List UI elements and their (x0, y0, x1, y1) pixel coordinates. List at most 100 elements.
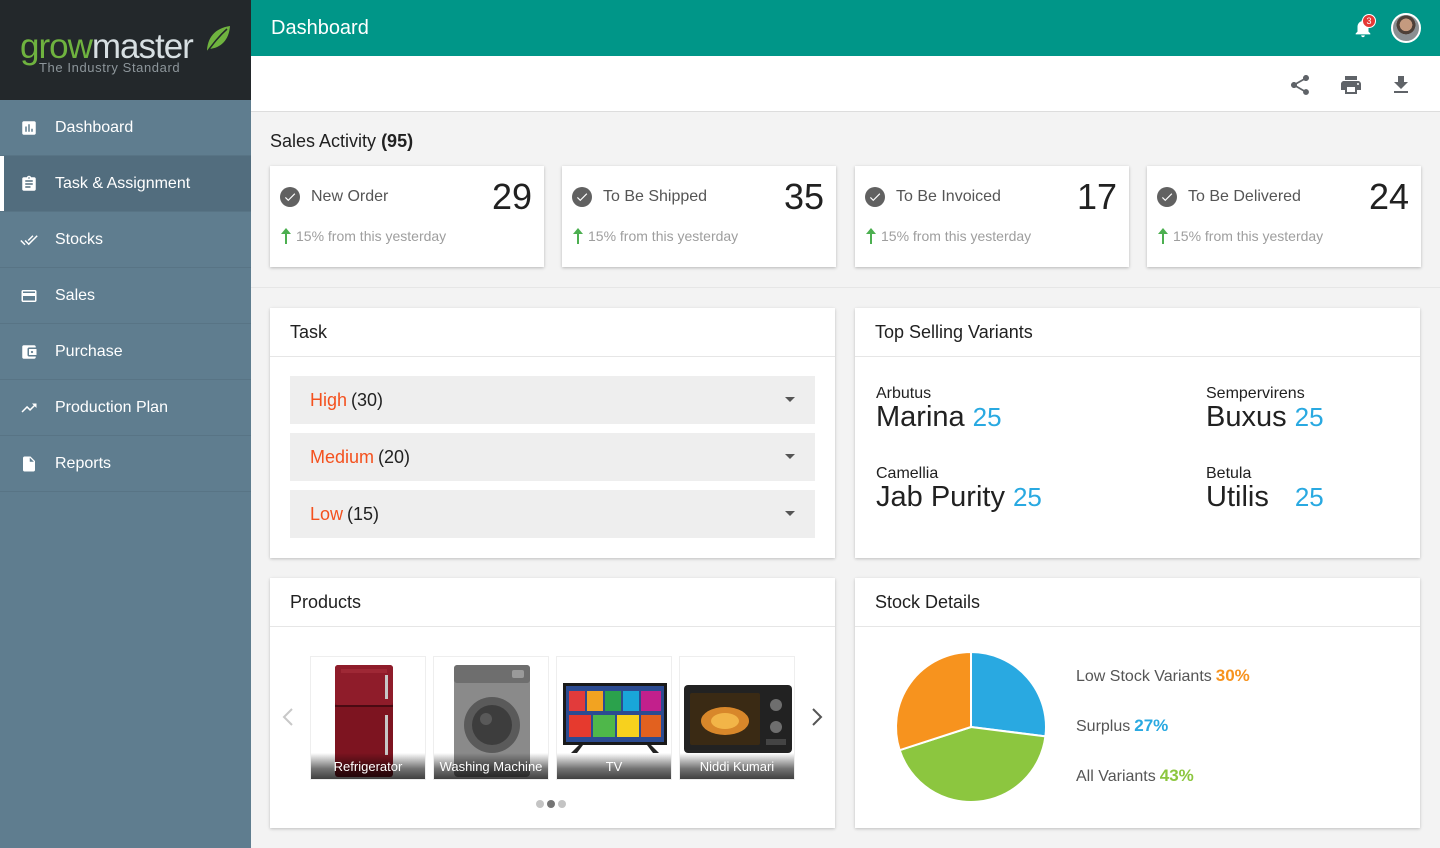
card-label: New Order (311, 188, 389, 205)
sidebar-item-production-plan[interactable]: Production Plan (0, 380, 251, 436)
bar-chart-icon (20, 119, 38, 137)
card-trend: 15% from this yesterday (280, 228, 446, 244)
card-value: 24 (1368, 176, 1409, 217)
variant-count: 25 (972, 402, 1002, 432)
sales-activity-total: (95) (381, 131, 414, 151)
carousel-dot[interactable] (536, 800, 544, 808)
pie-slice-surplus[interactable] (970, 650, 1047, 738)
sidebar-item-dashboard[interactable]: Dashboard (0, 100, 251, 156)
card-trend-text: 15% from this yesterday (1173, 228, 1324, 244)
sales-card-to-be-invoiced[interactable]: To Be Invoiced 17 15% from this yesterda… (855, 166, 1129, 267)
card-label: To Be Shipped (603, 188, 708, 205)
product-card-niddi-kumari[interactable]: Niddi Kumari (679, 656, 795, 780)
sidebar-item-label: Purchase (55, 342, 123, 360)
caret-down-icon (785, 454, 795, 459)
sidebar-item-sales[interactable]: Sales (0, 268, 251, 324)
product-card-tv[interactable]: TV (556, 656, 672, 780)
products-title: Products (270, 578, 835, 627)
brand-tagline: The Industry Standard (39, 60, 181, 75)
task-level: Medium (310, 446, 375, 467)
caret-down-icon (785, 397, 795, 402)
notification-badge: 3 (1362, 14, 1376, 28)
sales-card-to-be-delivered[interactable]: To Be Delivered 24 15% from this yesterd… (1147, 166, 1421, 267)
variant-name-text: Jab Purity (876, 481, 1005, 513)
sidebar-item-stocks[interactable]: Stocks (0, 212, 251, 268)
sidebar-nav: Dashboard Task & Assignment Stocks Sales… (0, 100, 251, 492)
stock-details-title: Stock Details (855, 578, 1420, 627)
product-caption: Niddi Kumari (680, 753, 794, 779)
print-icon[interactable] (1339, 73, 1363, 97)
sidebar-item-label: Production Plan (55, 398, 168, 416)
variant-name-text: Utilis (1206, 481, 1269, 513)
task-row-low[interactable]: Low (15) (290, 490, 815, 538)
variant-count: 25 (1294, 402, 1324, 432)
arrow-up-icon (573, 228, 583, 244)
sales-card-to-be-shipped[interactable]: To Be Shipped 35 15% from this yesterday (562, 166, 836, 267)
share-icon[interactable] (1288, 73, 1312, 97)
carousel-prev-icon[interactable] (278, 705, 298, 729)
variant-item[interactable]: Arbutus Marina 25 (876, 385, 1002, 434)
task-count: (20) (378, 446, 411, 467)
check-circle-icon (865, 187, 885, 207)
task-count: (15) (347, 503, 380, 524)
task-panel: Task High (30) Medium (20) Low (15) (270, 308, 835, 558)
sidebar-item-purchase[interactable]: Purchase (0, 324, 251, 380)
legend-low-stock: Low Stock Variants 30% (1076, 666, 1250, 686)
check-circle-icon (1157, 187, 1177, 207)
stock-pie-chart (895, 650, 1047, 803)
variant-name: Jab Purity 25 (876, 481, 1042, 514)
variant-item[interactable]: Camellia Jab Purity 25 (876, 465, 1042, 514)
legend-pct: 43% (1159, 766, 1194, 785)
legend-all-variants: All Variants 43% (1076, 766, 1194, 786)
sidebar-item-label: Sales (55, 286, 96, 304)
carousel-dot[interactable] (558, 800, 566, 808)
avatar[interactable] (1391, 13, 1421, 43)
carousel-dot-active[interactable] (547, 800, 555, 808)
sidebar-item-reports[interactable]: Reports (0, 436, 251, 492)
action-toolbar (251, 56, 1440, 112)
variant-name: Buxus 25 (1206, 401, 1324, 434)
card-trend-text: 15% from this yesterday (296, 228, 447, 244)
card-trend: 15% from this yesterday (572, 228, 738, 244)
task-row-medium[interactable]: Medium (20) (290, 433, 815, 481)
credit-card-icon (20, 287, 38, 305)
card-trend: 15% from this yesterday (865, 228, 1031, 244)
brand-name: growmaster (20, 29, 194, 64)
product-caption: TV (557, 753, 671, 779)
check-circle-icon (572, 187, 592, 207)
product-card-washing-machine[interactable]: Washing Machine (433, 656, 549, 780)
top-app-bar: Dashboard 3 (251, 0, 1440, 56)
task-row-high[interactable]: High (30) (290, 376, 815, 424)
variant-count: 25 (1294, 482, 1324, 512)
sidebar-item-label: Task & Assignment (55, 174, 191, 192)
arrow-up-icon (281, 228, 291, 244)
sidebar-item-task-assignment[interactable]: Task & Assignment (0, 156, 251, 212)
sales-activity-label: Sales Activity (270, 131, 377, 151)
carousel-next-icon[interactable] (807, 705, 827, 729)
product-card-refrigerator[interactable]: Refrigerator (310, 656, 426, 780)
legend-label: All Variants (1076, 768, 1156, 785)
variant-item[interactable]: Betula Utilis 25 (1206, 465, 1324, 514)
clipboard-icon (20, 175, 38, 193)
task-level: High (310, 389, 348, 410)
card-trend: 15% from this yesterday (1157, 228, 1323, 244)
trending-up-icon (20, 399, 38, 417)
arrow-up-icon (866, 228, 876, 244)
legend-pct: 27% (1134, 716, 1169, 735)
card-value: 35 (783, 176, 824, 217)
card-value: 17 (1076, 176, 1117, 217)
sidebar-item-label: Stocks (55, 230, 104, 248)
brand-logo[interactable]: growmaster The Industry Standard (0, 0, 251, 100)
card-label: To Be Delivered (1188, 188, 1301, 205)
download-icon[interactable] (1389, 73, 1413, 97)
task-panel-title: Task (270, 308, 835, 357)
legend-label: Low Stock Variants (1076, 668, 1212, 685)
leaf-icon (206, 26, 230, 53)
variant-name: Marina 25 (876, 401, 1002, 434)
variant-name: Utilis 25 (1206, 481, 1324, 514)
carousel-pagination (536, 800, 566, 808)
product-caption: Refrigerator (311, 753, 425, 779)
variant-item[interactable]: Sempervirens Buxus 25 (1206, 385, 1324, 434)
sales-card-new-order[interactable]: New Order 29 15% from this yesterday (270, 166, 544, 267)
double-check-icon (20, 231, 38, 249)
